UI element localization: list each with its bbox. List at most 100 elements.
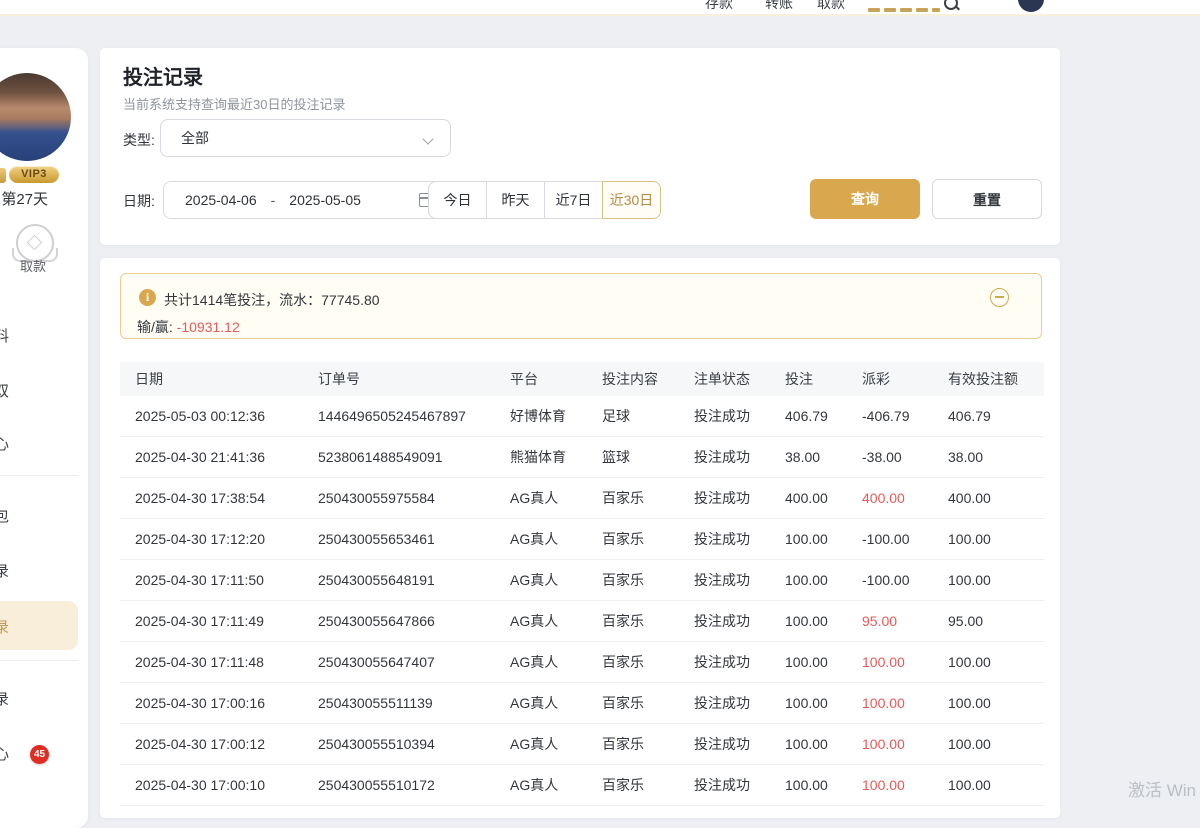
sidebar-item-transaction-records[interactable]: 录: [0, 560, 16, 581]
reset-button[interactable]: 重置: [932, 179, 1042, 219]
cell-bet: 100.00: [785, 736, 862, 752]
sidebar-item-bet-records-active[interactable]: 录: [0, 601, 78, 650]
cell-platform: AG真人: [510, 775, 602, 795]
cell-order: 250430055511139: [318, 695, 510, 711]
quick-range-today[interactable]: 今日: [428, 181, 487, 219]
cell-payout: -100.00: [862, 531, 948, 547]
cell-valid: 100.00: [948, 777, 1044, 793]
nav-deposit[interactable]: 存款: [705, 0, 733, 13]
quick-range-7days[interactable]: 近7日: [544, 181, 603, 219]
cell-order: 250430055510172: [318, 777, 510, 793]
table-row: 2025-04-30 17:11:49 250430055647866 AG真人…: [120, 601, 1044, 642]
cell-bet: 100.00: [785, 531, 862, 547]
cell-valid: 406.79: [948, 408, 1044, 424]
query-button[interactable]: 查询: [810, 179, 920, 219]
sidebar-item-rebate-records[interactable]: 录: [0, 688, 16, 709]
cell-date: 2025-04-30 17:00:10: [135, 777, 318, 793]
info-icon: i: [139, 289, 156, 306]
winloss-value: -10931.12: [177, 319, 240, 335]
col-content: 投注内容: [602, 369, 694, 389]
cell-date: 2025-04-30 21:41:36: [135, 449, 318, 465]
cell-bet: 100.00: [785, 695, 862, 711]
activate-windows-watermark: 激活 Win: [1128, 776, 1196, 801]
quick-range-group: 今日 昨天 近7日 近30日: [428, 181, 661, 219]
cell-order: 250430055653461: [318, 531, 510, 547]
date-separator: -: [271, 192, 276, 208]
cell-bet: 100.00: [785, 777, 862, 793]
cell-content: 百家乐: [602, 529, 694, 549]
sidebar-item-message-center[interactable]: 心: [0, 743, 16, 764]
summary-alert: i 共计1414笔投注，流水：77745.80 输/赢: -10931.12: [120, 273, 1042, 339]
col-date: 日期: [135, 369, 318, 389]
cell-platform: AG真人: [510, 734, 602, 754]
cell-order: 5238061488549091: [318, 449, 510, 465]
cell-payout: 100.00: [862, 695, 948, 711]
cell-platform: 好博体育: [510, 406, 602, 426]
cell-bet: 100.00: [785, 654, 862, 670]
date-end-value: 2025-05-05: [289, 192, 361, 208]
sidebar-divider: [0, 475, 78, 476]
cell-bet: 38.00: [785, 449, 862, 465]
cell-date: 2025-04-30 17:00:16: [135, 695, 318, 711]
sidebar-item-security[interactable]: 心: [0, 433, 16, 454]
quick-range-30days[interactable]: 近30日: [602, 181, 661, 219]
cell-content: 百家乐: [602, 693, 694, 713]
cell-status: 投注成功: [694, 611, 785, 631]
cell-valid: 100.00: [948, 654, 1044, 670]
withdraw-label[interactable]: 取款: [6, 256, 60, 275]
user-avatar-small[interactable]: [1018, 0, 1044, 12]
sidebar-item-label: 录: [0, 616, 9, 637]
badge-fragment-icon: [0, 168, 6, 183]
sidebar-item-wallet[interactable]: 包: [0, 505, 16, 526]
collapse-icon[interactable]: [990, 288, 1009, 307]
cell-content: 百家乐: [602, 570, 694, 590]
results-panel: i 共计1414笔投注，流水：77745.80 输/赢: -10931.12 日…: [100, 258, 1060, 818]
sidebar: VIP3 第27天 取款 料 双 心 包 录 录 录 心 45: [0, 48, 88, 828]
cell-status: 投注成功: [694, 529, 785, 549]
col-status: 注单状态: [694, 369, 785, 389]
cell-payout: -38.00: [862, 449, 948, 465]
cell-date: 2025-05-03 00:12:36: [135, 408, 318, 424]
sidebar-divider: [0, 660, 78, 661]
cell-order: 250430055975584: [318, 490, 510, 506]
table-body: 2025-05-03 00:12:36 1446496505245467897 …: [120, 396, 1044, 806]
nav-withdraw[interactable]: 取款: [817, 0, 845, 13]
promo-text-fragment: [932, 8, 940, 12]
cell-order: 250430055510394: [318, 736, 510, 752]
cell-date: 2025-04-30 17:00:12: [135, 736, 318, 752]
cell-payout: -100.00: [862, 572, 948, 588]
cell-content: 足球: [602, 406, 694, 426]
table-row: 2025-04-30 21:41:36 5238061488549091 熊猫体…: [120, 437, 1044, 478]
type-select-value: 全部: [181, 128, 209, 148]
summary-totals: 共计1414笔投注，流水：77745.80: [164, 290, 380, 310]
cell-date: 2025-04-30 17:11:48: [135, 654, 318, 670]
message-count-badge[interactable]: 45: [30, 745, 49, 764]
col-platform: 平台: [510, 369, 602, 389]
table-row: 2025-04-30 17:11:48 250430055647407 AG真人…: [120, 642, 1044, 683]
top-navigation-bar: 存款 转账 取款: [0, 0, 1200, 16]
cell-bet: 406.79: [785, 408, 862, 424]
cell-order: 250430055647407: [318, 654, 510, 670]
cell-bet: 400.00: [785, 490, 862, 506]
date-range-input[interactable]: 2025-04-06 - 2025-05-05: [163, 181, 449, 219]
chevron-down-icon: [424, 133, 434, 143]
col-payout: 派彩: [862, 369, 948, 389]
cell-platform: AG真人: [510, 570, 602, 590]
sidebar-item-privilege[interactable]: 双: [0, 380, 16, 401]
user-avatar[interactable]: [0, 73, 71, 161]
cell-order: 250430055648191: [318, 572, 510, 588]
quick-range-yesterday[interactable]: 昨天: [486, 181, 545, 219]
cell-status: 投注成功: [694, 570, 785, 590]
cell-valid: 400.00: [948, 490, 1044, 506]
table-row: 2025-04-30 17:12:20 250430055653461 AG真人…: [120, 519, 1044, 560]
sidebar-item-profile[interactable]: 料: [0, 325, 16, 346]
cell-date: 2025-04-30 17:12:20: [135, 531, 318, 547]
cell-date: 2025-04-30 17:38:54: [135, 490, 318, 506]
search-icon[interactable]: [944, 0, 958, 10]
table-row: 2025-04-30 17:38:54 250430055975584 AG真人…: [120, 478, 1044, 519]
type-select[interactable]: 全部: [160, 119, 451, 157]
col-valid: 有效投注额: [948, 369, 1044, 389]
col-order: 订单号: [318, 369, 510, 389]
nav-transfer[interactable]: 转账: [765, 0, 793, 13]
bet-records-table: 日期 订单号 平台 投注内容 注单状态 投注 派彩 有效投注额 2025-05-…: [120, 362, 1044, 806]
